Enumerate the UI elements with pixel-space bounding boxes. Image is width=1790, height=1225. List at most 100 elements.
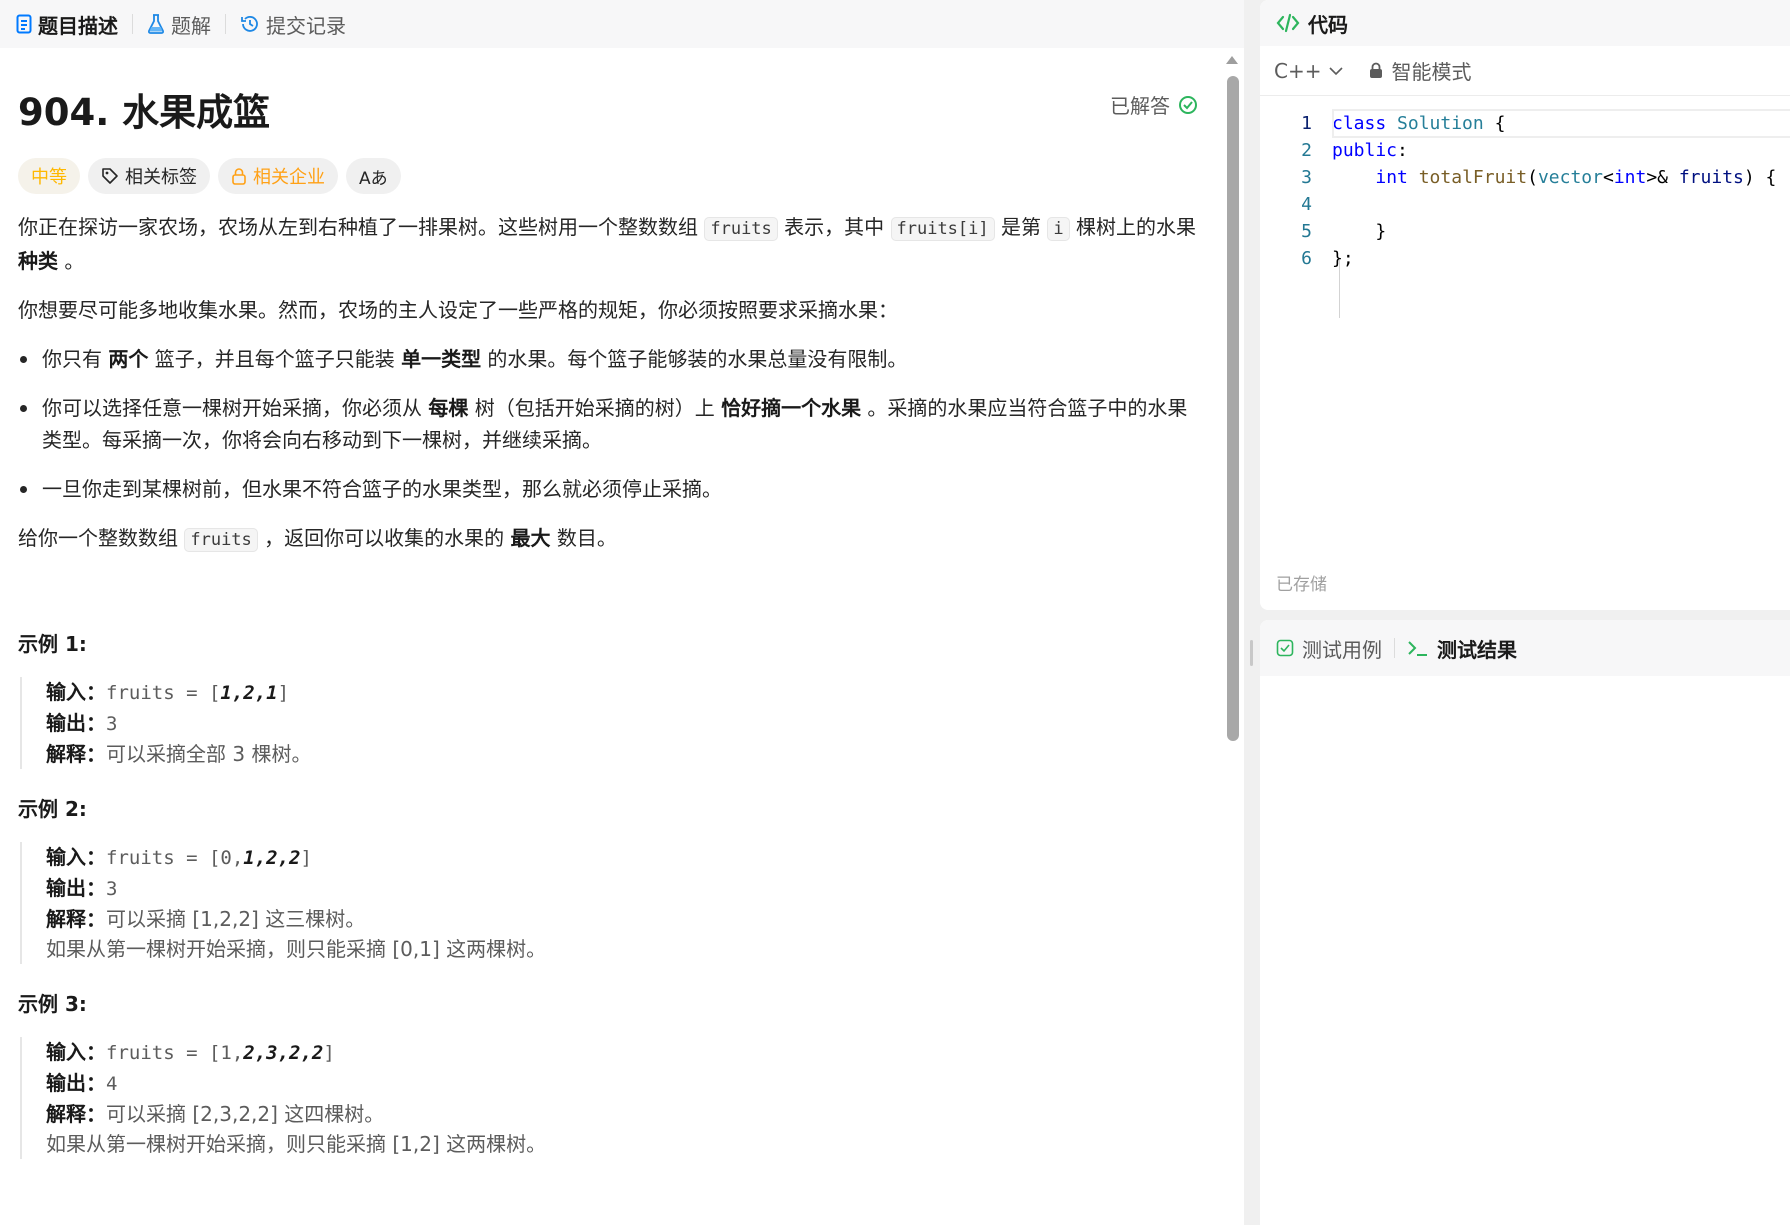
line-number: 1 bbox=[1301, 113, 1312, 134]
code-header: 代码 bbox=[1260, 0, 1790, 46]
example-title: 示例 2: bbox=[18, 797, 87, 821]
tab-test-result[interactable]: 测试结果 bbox=[1407, 634, 1517, 663]
code-icon bbox=[1276, 13, 1300, 33]
output-label: 输出： bbox=[46, 876, 106, 900]
resize-handle[interactable] bbox=[1250, 640, 1253, 666]
tab-divider bbox=[1394, 638, 1395, 658]
tab-solution-label: 题解 bbox=[171, 13, 211, 38]
tab-testcase-label: 测试用例 bbox=[1302, 637, 1382, 662]
problem-tabs: 题目描述 题解 提交记录 bbox=[0, 0, 1244, 48]
code-line[interactable]: 5 } bbox=[1260, 218, 1790, 245]
scrollbar[interactable] bbox=[1223, 48, 1243, 1225]
problem-title: 904. 水果成篮 bbox=[18, 91, 271, 134]
document-icon bbox=[16, 14, 32, 34]
bold-text: 恰好摘一个水果 bbox=[721, 396, 862, 420]
output-value: 3 bbox=[106, 878, 118, 900]
input-value: ] bbox=[277, 682, 290, 704]
line-number: 4 bbox=[1301, 194, 1312, 215]
tab-test-result-label: 测试结果 bbox=[1437, 637, 1517, 662]
test-tabs: 测试用例 测试结果 bbox=[1260, 620, 1790, 676]
example-explanation: 解释：可以采摘 [1,2,2] 这三棵树。 bbox=[46, 904, 1198, 934]
example-block: 输入：fruits = [0,1,2,2] 输出：3 解释：可以采摘 [1,2,… bbox=[20, 842, 1198, 964]
inline-code: i bbox=[1047, 217, 1070, 241]
input-value: fruits = [ bbox=[106, 1042, 221, 1064]
translate-icon: Aあ bbox=[359, 168, 388, 189]
example-input: 输入：fruits = [1,2,3,2,2] bbox=[46, 1037, 1198, 1068]
input-value: fruits = [ bbox=[106, 682, 221, 704]
line-number: 5 bbox=[1301, 221, 1312, 242]
explain-label: 解释： bbox=[46, 907, 106, 931]
example-input: 输入：fruits = [1,2,1] bbox=[46, 677, 1198, 708]
text: 你可以选择任意一棵树开始采摘，你必须从 bbox=[42, 396, 429, 420]
tab-submissions[interactable]: 提交记录 bbox=[240, 0, 346, 48]
tab-divider bbox=[132, 14, 133, 34]
scroll-up-arrow-icon[interactable] bbox=[1226, 56, 1238, 64]
flask-icon bbox=[148, 14, 164, 34]
tab-description[interactable]: 题目描述 bbox=[16, 0, 118, 48]
example-output: 输出：3 bbox=[46, 873, 1198, 904]
text: 。 bbox=[58, 249, 85, 273]
problem-content: 904. 水果成篮 已解答 中等 相关标签 相关企业 Aあ 你正在探访一家农场，… bbox=[18, 48, 1198, 1159]
explain-label: 解释： bbox=[46, 742, 106, 766]
example-title: 示例 1: bbox=[18, 632, 87, 656]
code-title: 代码 bbox=[1308, 12, 1348, 37]
line-number: 6 bbox=[1301, 248, 1312, 269]
list-item: 你可以选择任意一棵树开始采摘，你必须从 每棵 树（包括开始采摘的树）上 恰好摘一… bbox=[18, 392, 1198, 456]
input-value: 2,3,2,2 bbox=[243, 1042, 324, 1064]
code-text: public: bbox=[1332, 140, 1408, 161]
example-explanation-extra: 如果从第一棵树开始采摘，则只能采摘 [1,2] 这两棵树。 bbox=[46, 1132, 547, 1156]
text: 给你一个整数数组 bbox=[18, 526, 185, 550]
terminal-icon bbox=[1408, 641, 1427, 656]
code-line[interactable]: 4 bbox=[1260, 191, 1790, 218]
explain-text: 可以采摘 [2,3,2,2] 这四棵树。 bbox=[106, 1102, 385, 1126]
difficulty-label: 中等 bbox=[31, 167, 67, 188]
tab-solution[interactable]: 题解 bbox=[147, 0, 211, 48]
output-value: 3 bbox=[106, 713, 118, 735]
code-editor[interactable]: 1 class Solution { 2 public: 3 int total… bbox=[1260, 96, 1790, 318]
text: 篮子，并且每个篮子只能装 bbox=[148, 347, 402, 371]
language-label: C++ bbox=[1274, 58, 1322, 83]
input-value: fruits = [ bbox=[106, 847, 221, 869]
text: 数目。 bbox=[550, 526, 617, 550]
current-line-highlight bbox=[1332, 109, 1790, 138]
description-paragraph-3: 给你一个整数数组 fruits ，返回你可以收集的水果的 最大 数目。 bbox=[18, 522, 1198, 556]
lock-icon bbox=[1370, 62, 1383, 78]
input-value: 1, bbox=[220, 1042, 244, 1064]
example-output: 输出：4 bbox=[46, 1068, 1198, 1099]
tab-divider bbox=[225, 14, 226, 34]
code-line[interactable]: 3 int totalFruit(vector<int>& fruits) { bbox=[1260, 164, 1790, 191]
input-value: 1,2,1 bbox=[220, 682, 278, 704]
example-explanation: 解释：可以采摘 [2,3,2,2] 这四棵树。 bbox=[46, 1099, 1198, 1129]
code-text: }; bbox=[1332, 248, 1354, 269]
description-paragraph-2: 你想要尽可能多地收集水果。然而，农场的主人设定了一些严格的规矩，你必须按照要求采… bbox=[18, 298, 898, 322]
text: 你只有 bbox=[42, 347, 109, 371]
panel-divider[interactable] bbox=[1244, 0, 1254, 1225]
tag-icon bbox=[102, 168, 118, 184]
explain-text: 可以采摘全部 3 棵树。 bbox=[106, 742, 312, 766]
language-select[interactable]: C++ bbox=[1274, 58, 1344, 83]
code-text: int totalFruit(vector<int>& fruits) { bbox=[1375, 167, 1777, 188]
scrollbar-thumb[interactable] bbox=[1227, 76, 1239, 741]
example-title: 示例 3: bbox=[18, 992, 87, 1016]
difficulty-badge[interactable]: 中等 bbox=[18, 158, 80, 194]
inline-code: fruits bbox=[184, 528, 258, 552]
saved-status: 已存储 bbox=[1276, 575, 1327, 595]
editor-side: 代码 C++ 智能模式 1 class Solution {2 public:… bbox=[1254, 0, 1790, 1225]
tab-submissions-label: 提交记录 bbox=[266, 13, 346, 38]
checkbox-icon bbox=[1276, 639, 1294, 657]
text: 的水果。每个篮子能够装的水果总量没有限制。 bbox=[481, 347, 908, 371]
output-value: 4 bbox=[106, 1073, 118, 1095]
list-item: 你只有 两个 篮子，并且每个篮子只能装 单一类型 的水果。每个篮子能够装的水果总… bbox=[18, 343, 1198, 375]
example-block: 输入：fruits = [1,2,3,2,2] 输出：4 解释：可以采摘 [2,… bbox=[20, 1037, 1198, 1159]
smart-mode-label: 智能模式 bbox=[1391, 60, 1472, 84]
translate-button[interactable]: Aあ bbox=[346, 158, 401, 194]
indent-guide bbox=[1339, 260, 1340, 318]
related-companies-button[interactable]: 相关企业 bbox=[218, 158, 338, 194]
related-tags-button[interactable]: 相关标签 bbox=[88, 158, 210, 194]
code-line[interactable]: 2 public: bbox=[1260, 137, 1790, 164]
example-explanation: 解释：可以采摘全部 3 棵树。 bbox=[46, 739, 1198, 769]
related-tags-label: 相关标签 bbox=[125, 167, 197, 188]
smart-mode-toggle[interactable]: 智能模式 bbox=[1369, 56, 1471, 85]
tab-testcase[interactable]: 测试用例 bbox=[1276, 634, 1382, 663]
description-paragraph-1: 你正在探访一家农场，农场从左到右种植了一排果树。这些树用一个整数数组 fruit… bbox=[18, 211, 1198, 277]
